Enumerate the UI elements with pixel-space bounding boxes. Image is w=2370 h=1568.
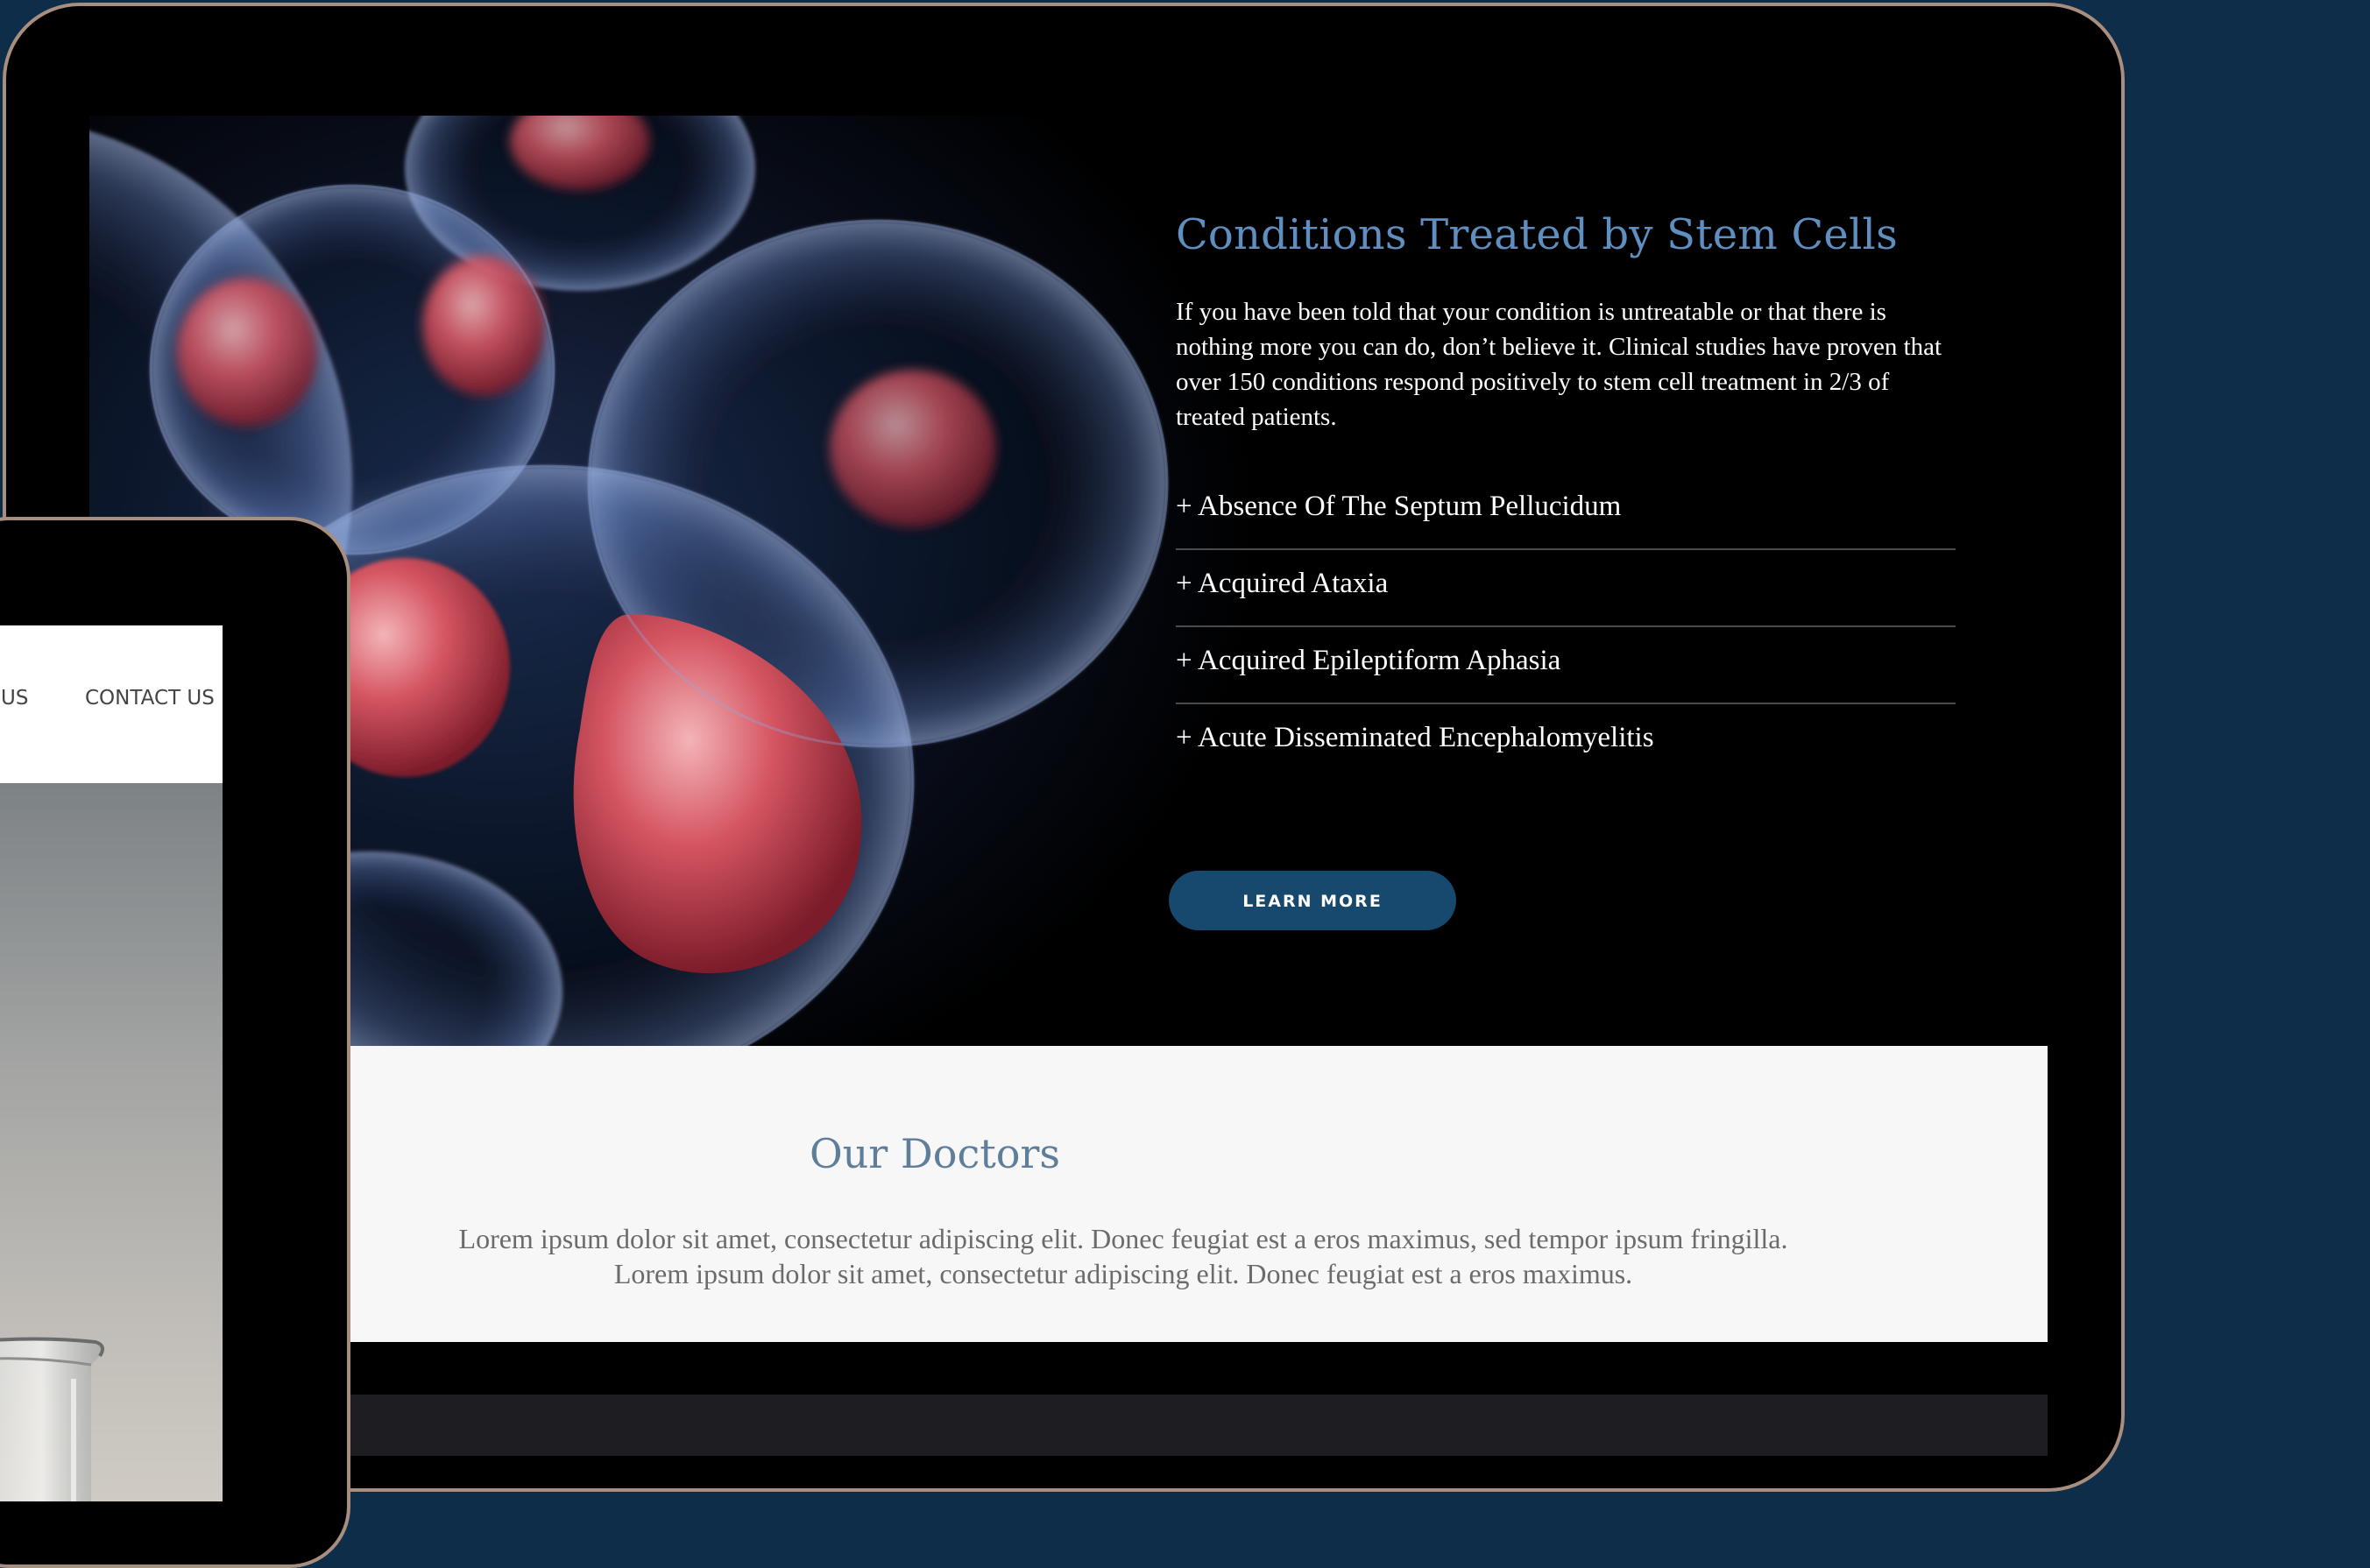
learn-more-button[interactable]: LEARN MORE — [1169, 871, 1456, 930]
condition-item[interactable]: + Acquired Epileptiform Aphasia — [1176, 627, 1956, 704]
tablet-frame: US CONTACT US — [0, 517, 350, 1568]
conditions-list: + Absence Of The Septum Pellucidum + Acq… — [1176, 473, 1956, 781]
doctors-section: Our Doctors Lorem ipsum dolor sit amet, … — [89, 1046, 2048, 1342]
nav-item-contact-us[interactable]: CONTACT US — [85, 687, 215, 710]
laptop-screen: Conditions Treated by Stem Cells If you … — [89, 116, 2048, 1456]
section-intro: If you have been told that your conditio… — [1176, 298, 1942, 431]
nav-item-about-us[interactable]: US — [1, 687, 28, 710]
section-title: Conditions Treated by Stem Cells — [1176, 210, 1898, 259]
condition-item[interactable]: + Absence Of The Septum Pellucidum — [1176, 473, 1956, 550]
footer-strip — [89, 1395, 2048, 1456]
condition-item[interactable]: + Acquired Ataxia — [1176, 550, 1956, 627]
tablet-nav-bar: US CONTACT US — [0, 625, 223, 783]
tablet-hero-image — [0, 783, 223, 1501]
tablet-screen: US CONTACT US — [0, 625, 223, 1501]
beaker-image — [0, 1337, 105, 1501]
hero-text-block: Conditions Treated by Stem Cells If you … — [1176, 210, 1991, 781]
hero-section: Conditions Treated by Stem Cells If you … — [89, 116, 2048, 1046]
doctors-description: Lorem ipsum dolor sit amet, consectetur … — [458, 1223, 1788, 1289]
condition-item[interactable]: + Acute Disseminated Encephalomyelitis — [1176, 704, 1956, 781]
